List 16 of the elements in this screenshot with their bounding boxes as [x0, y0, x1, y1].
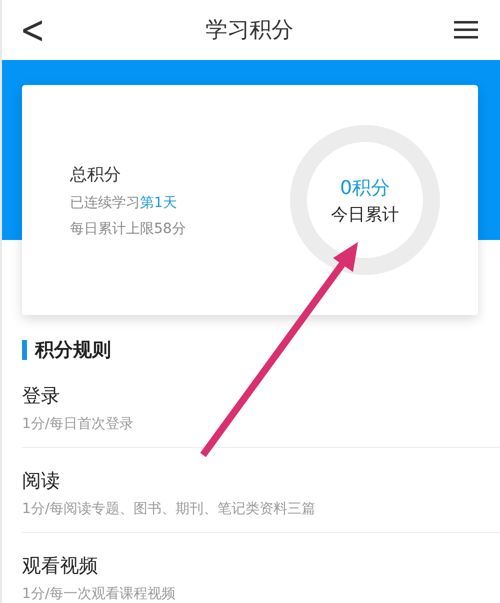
back-button[interactable]: <: [20, 7, 46, 53]
section-marker: [22, 340, 27, 360]
today-points-label: 今日累计: [331, 204, 399, 226]
streak-text: 已连续学习第1天: [70, 194, 178, 212]
rule-description: 1分/每阅读专题、图书、期刊、笔记类资料三篇: [22, 500, 317, 518]
rule-name: 阅读: [22, 469, 61, 494]
total-points-label: 总积分: [70, 164, 122, 186]
section-title: 积分规则: [35, 338, 111, 363]
rule-name: 登录: [22, 384, 61, 409]
daily-limit-text: 每日累计上限58分: [70, 220, 186, 238]
menu-icon[interactable]: [454, 21, 478, 39]
rule-name: 观看视频: [22, 554, 99, 579]
rule-description: 1分/每日首次登录: [22, 415, 135, 433]
rule-description: 1分/每一次观看课程视频: [22, 585, 177, 603]
today-points-value: 0积分: [340, 176, 390, 200]
page-title: 学习积分: [206, 17, 294, 45]
